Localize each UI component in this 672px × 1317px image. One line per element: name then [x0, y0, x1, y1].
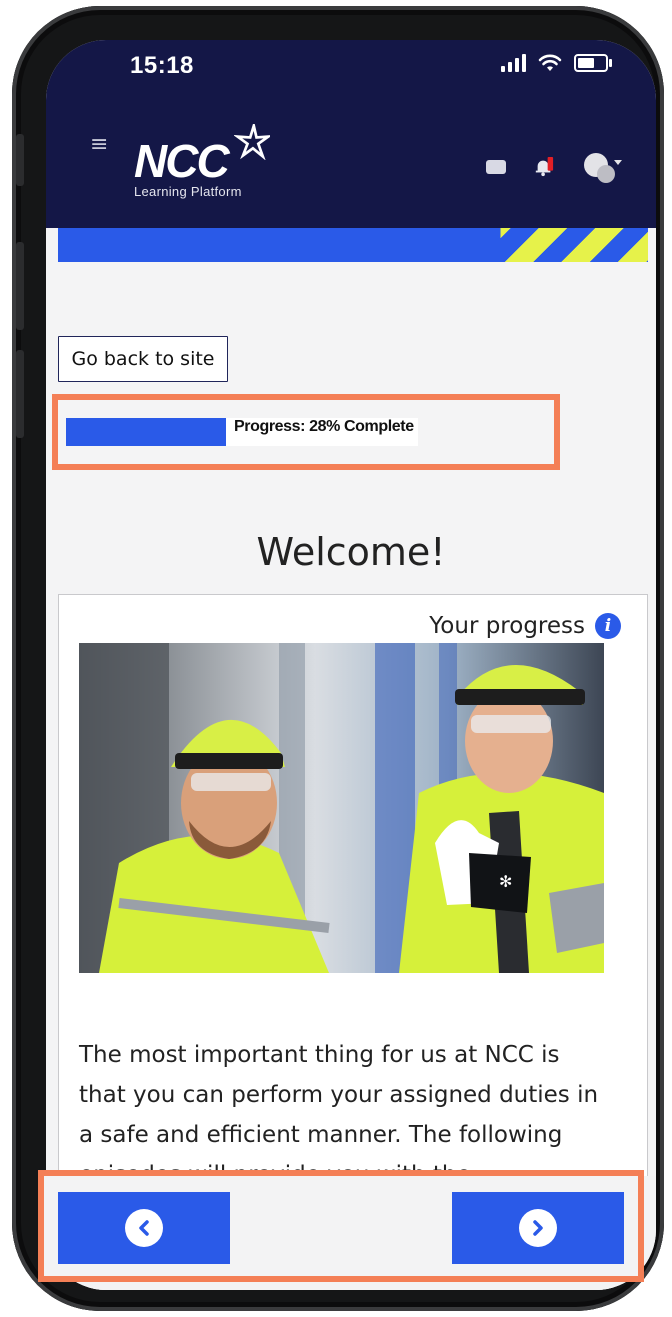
cellular-signal-icon: [501, 54, 526, 72]
app-header: ≡ NCC Learning Platform: [46, 104, 656, 228]
battery-icon: [574, 54, 612, 72]
info-icon[interactable]: i: [595, 613, 621, 639]
progress-label: Progress: 28% Complete: [226, 418, 418, 446]
phone-volume-up: [16, 242, 24, 330]
next-button[interactable]: [452, 1192, 624, 1264]
status-time: 15:18: [130, 52, 194, 79]
header-actions: [486, 150, 622, 184]
logo-text: NCC: [134, 135, 230, 187]
workers-photo: ✻: [79, 643, 604, 973]
brand-stripe-banner: [58, 228, 648, 262]
your-progress-link[interactable]: Your progress i: [429, 613, 621, 639]
message-icon[interactable]: [486, 160, 506, 174]
progress-bar-container: Progress: 28% Complete: [66, 418, 418, 446]
pager-highlight-box: [38, 1170, 644, 1282]
phone-screen: 15:18 ≡ NCC Learning Platform Go back to…: [46, 40, 656, 1290]
hamburger-menu-icon[interactable]: ≡: [90, 132, 108, 157]
notification-bell-icon[interactable]: [534, 156, 554, 178]
progress-track: [66, 418, 226, 446]
logo-subtitle: Learning Platform: [134, 184, 242, 199]
page-title: Welcome!: [256, 530, 446, 574]
your-progress-label: Your progress: [429, 613, 585, 639]
previous-button[interactable]: [58, 1192, 230, 1264]
chevron-right-icon: [519, 1209, 557, 1247]
phone-mute-switch: [16, 134, 24, 186]
progress-fill: [66, 418, 226, 446]
phone-volume-down: [16, 350, 24, 438]
user-avatar-icon[interactable]: [582, 150, 622, 184]
svg-text:✻: ✻: [499, 872, 512, 891]
status-bar: 15:18: [46, 40, 656, 104]
phone-frame: 15:18 ≡ NCC Learning Platform Go back to…: [12, 6, 664, 1311]
logo-star-icon: [234, 124, 270, 160]
status-icons: [501, 54, 612, 72]
progress-highlight-box: Progress: 28% Complete: [52, 394, 560, 470]
go-back-to-site-button[interactable]: Go back to site: [58, 336, 228, 382]
wifi-icon: [538, 54, 562, 71]
ncc-logo[interactable]: NCC Learning Platform: [134, 124, 270, 199]
chevron-left-icon: [125, 1209, 163, 1247]
